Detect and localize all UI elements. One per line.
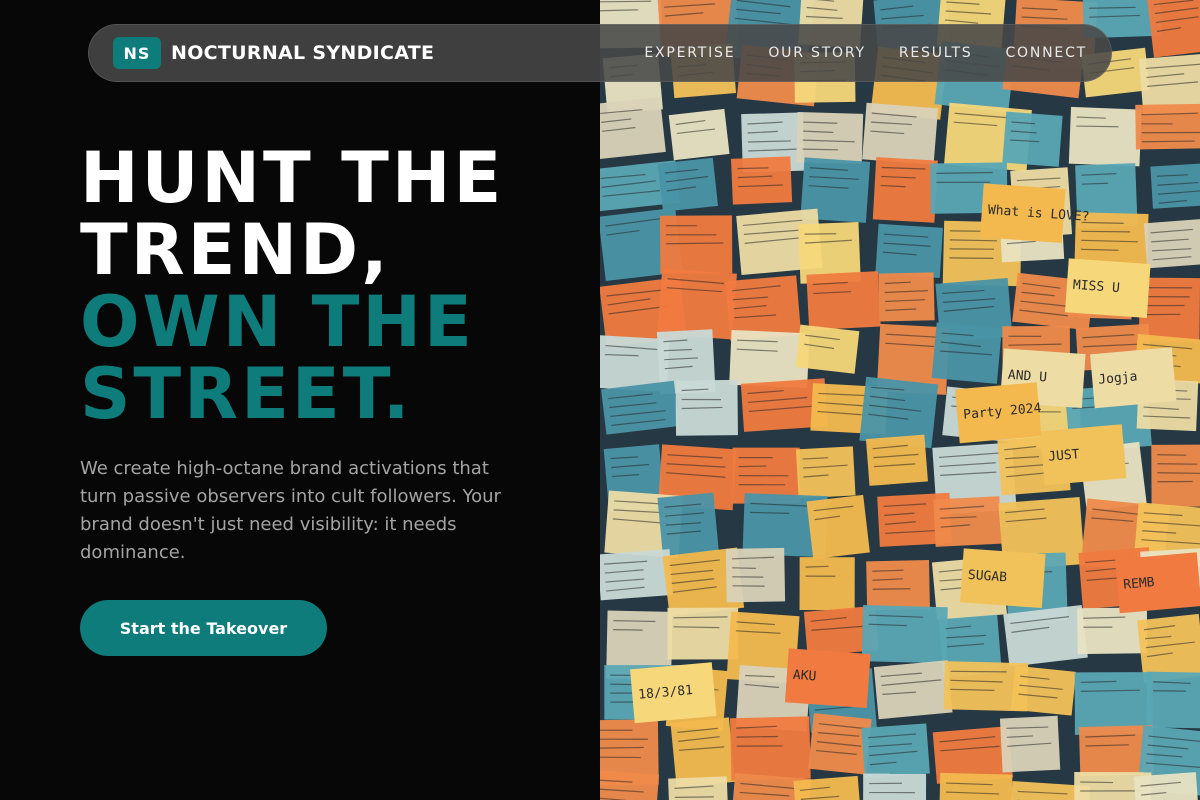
sticky-note bbox=[799, 557, 855, 611]
headline-line-1: HUNT THE bbox=[80, 137, 505, 219]
hero-description: We create high-octane brand activations … bbox=[80, 458, 501, 563]
headline-line-4: STREET. bbox=[80, 353, 413, 435]
sticky-note bbox=[601, 380, 680, 435]
sticky-note bbox=[863, 773, 927, 800]
sticky-note-label: AKU bbox=[784, 648, 871, 708]
sticky-note bbox=[668, 776, 729, 800]
sticky-note bbox=[808, 713, 872, 775]
headline-line-2: TREND, bbox=[80, 209, 391, 291]
sticky-note bbox=[999, 715, 1061, 773]
sticky-note bbox=[795, 446, 856, 499]
sticky-note-label: Party 2024 bbox=[955, 382, 1042, 444]
sticky-note bbox=[866, 560, 930, 611]
sticky-note-label: MISS U bbox=[1064, 258, 1151, 318]
sticky-note-text: AKU bbox=[792, 668, 816, 685]
sticky-note bbox=[861, 723, 930, 779]
nav-link-results[interactable]: RESULTS bbox=[899, 45, 973, 61]
sticky-note bbox=[796, 111, 864, 165]
sticky-note bbox=[861, 605, 948, 664]
sticky-note bbox=[933, 496, 1002, 547]
sticky-note bbox=[730, 716, 811, 781]
sticky-note-label: Jogja bbox=[1090, 347, 1177, 409]
sticky-note-text: SUGAB bbox=[967, 568, 1007, 586]
sticky-note bbox=[657, 268, 737, 340]
sticky-note-label: REMB bbox=[1115, 552, 1200, 614]
nav-link-our-story[interactable]: OUR STORY bbox=[768, 45, 866, 61]
brand-name[interactable]: NOCTURNAL SYNDICATE bbox=[171, 42, 434, 64]
sticky-note bbox=[1133, 772, 1200, 800]
sticky-note bbox=[1002, 111, 1063, 167]
sticky-note bbox=[875, 223, 943, 278]
sticky-note bbox=[1068, 106, 1142, 167]
sticky-note bbox=[806, 494, 870, 559]
sticky-note bbox=[725, 547, 786, 603]
sticky-note-label: 18/3/81 bbox=[630, 662, 717, 724]
sticky-note bbox=[657, 492, 719, 557]
sticky-note bbox=[872, 157, 938, 223]
sticky-note bbox=[600, 549, 673, 601]
sticky-note bbox=[806, 271, 881, 331]
sticky-note bbox=[600, 96, 666, 160]
sticky-note-text: REMB bbox=[1123, 575, 1156, 593]
sticky-note-label: SUGAB bbox=[959, 548, 1046, 608]
sticky-note bbox=[795, 324, 860, 374]
nav-link-expertise[interactable]: EXPERTISE bbox=[644, 45, 735, 61]
sticky-note bbox=[1135, 103, 1200, 150]
nav-link-connect[interactable]: CONNECT bbox=[1005, 45, 1087, 61]
sticky-note bbox=[668, 108, 730, 161]
sticky-note bbox=[878, 272, 935, 322]
sticky-notes-wall: MISS UJUSTAKUJogjaWhat is LOVE?18/3/81SU… bbox=[600, 0, 1200, 800]
sticky-note bbox=[1146, 671, 1200, 729]
sticky-note bbox=[1077, 607, 1148, 655]
sticky-note bbox=[873, 660, 953, 720]
sticky-note bbox=[1003, 604, 1088, 667]
sticky-note bbox=[1150, 162, 1200, 209]
sticky-note bbox=[730, 156, 793, 205]
sticky-note bbox=[675, 379, 738, 436]
start-takeover-button[interactable]: Start the Takeover bbox=[80, 600, 327, 656]
navbar: NS NOCTURNAL SYNDICATE EXPERTISE OUR STO… bbox=[88, 24, 1112, 82]
sticky-note-label: JUST bbox=[1040, 424, 1127, 486]
nav-links: EXPERTISE OUR STORY RESULTS CONNECT bbox=[644, 45, 1087, 61]
sticky-note bbox=[1146, 0, 1200, 58]
logo-badge[interactable]: NS bbox=[113, 37, 161, 69]
sticky-note bbox=[862, 102, 939, 165]
sticky-note bbox=[667, 607, 739, 660]
sticky-note bbox=[600, 769, 660, 800]
sticky-note bbox=[657, 157, 719, 212]
sticky-note-text: JUST bbox=[1048, 447, 1081, 465]
sticky-note-text: AND U bbox=[1007, 368, 1047, 386]
sticky-note bbox=[659, 215, 733, 274]
hero-image-sticky-notes: MISS U JUST AKU Jogja What is LOVE? 18/3/81 SU… bbox=[600, 0, 1200, 800]
sticky-note bbox=[931, 322, 1002, 384]
sticky-note bbox=[1151, 444, 1200, 507]
hero-headline: HUNT THE TREND, OWN THE STREET. bbox=[80, 142, 580, 430]
headline-line-3: OWN THE bbox=[80, 281, 475, 363]
sticky-note bbox=[865, 434, 928, 486]
sticky-note bbox=[938, 772, 1013, 800]
sticky-note bbox=[1010, 665, 1077, 716]
sticky-note bbox=[1143, 219, 1200, 269]
